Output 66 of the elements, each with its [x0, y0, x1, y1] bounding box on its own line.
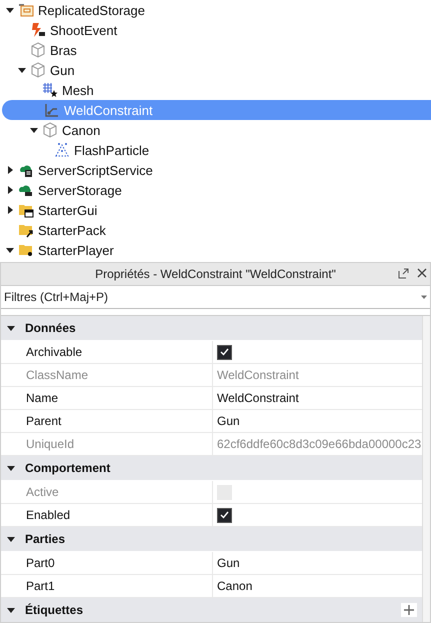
mesh-grid-icon [42, 82, 58, 98]
property-name: ClassName [25, 368, 90, 382]
category-name: Étiquettes [25, 603, 84, 617]
category-header[interactable]: Comportement [1, 456, 422, 481]
category-name: Données [25, 321, 76, 335]
tree-item[interactable]: Bras [0, 40, 431, 60]
category-name: Parties [25, 532, 66, 546]
tree-item[interactable]: Mesh [0, 80, 431, 100]
lightning-icon [30, 22, 46, 38]
tree-item[interactable]: StarterPack [0, 220, 431, 240]
checkmark-icon [220, 511, 229, 519]
tree-item[interactable]: Canon [0, 120, 431, 140]
property-name: Part0 [25, 556, 56, 570]
collapse-arrow-icon[interactable] [6, 246, 14, 254]
add-button[interactable] [401, 603, 417, 617]
expand-arrow-icon[interactable] [6, 206, 14, 214]
panel-title: Propriétés - WeldConstraint "WeldConstraint" [95, 267, 336, 281]
expand-arrow-icon[interactable] [6, 186, 14, 194]
collapse-arrow-icon[interactable] [7, 324, 15, 332]
collapse-arrow-icon[interactable] [30, 126, 38, 134]
category-header[interactable]: Parties [1, 527, 422, 552]
sparkles-icon [54, 142, 70, 158]
folder-player-icon [18, 242, 34, 258]
expand-arrow-icon[interactable] [6, 166, 14, 174]
property-name: Active [25, 485, 60, 499]
cube-icon [30, 62, 46, 78]
property-value[interactable]: WeldConstraint [217, 391, 299, 405]
filter-field[interactable]: Filtres (Ctrl+Maj+P) [4, 290, 421, 304]
tree-item[interactable]: Gun [0, 60, 431, 80]
property-value[interactable]: Canon [217, 579, 252, 593]
cube-icon [42, 122, 58, 138]
collapse-arrow-icon[interactable] [18, 66, 26, 74]
collapse-arrow-icon[interactable] [7, 535, 15, 543]
collapse-arrow-icon[interactable] [6, 6, 14, 14]
collapse-arrow-icon[interactable] [7, 606, 15, 614]
property-name: Name [25, 391, 60, 405]
storage-folder-icon [18, 2, 34, 18]
collapse-arrow-icon[interactable] [7, 464, 15, 472]
folder-tool-icon [18, 222, 34, 238]
dropdown-caret-icon[interactable] [421, 294, 427, 300]
tree-item[interactable]: ServerStorage [0, 180, 431, 200]
cube-icon [30, 42, 46, 58]
scrollbar[interactable] [422, 316, 430, 622]
property-name: Archivable [25, 345, 84, 359]
category-header[interactable]: Étiquettes [1, 598, 422, 622]
category-name: Comportement [25, 461, 110, 475]
property-name: UniqueId [25, 437, 76, 451]
property-value[interactable]: Gun [217, 556, 240, 570]
tree-item[interactable]: StarterGui [0, 200, 431, 220]
tree-item[interactable]: ServerScriptService [0, 160, 431, 180]
property-name: Parent [25, 414, 62, 428]
tree-item[interactable]: ShootEvent [0, 20, 431, 40]
property-name: Part1 [25, 579, 56, 593]
checkmark-icon [220, 348, 229, 356]
checkbox[interactable] [217, 508, 232, 522]
checkbox[interactable] [217, 344, 232, 360]
weld-constraint-icon [44, 102, 60, 118]
close-icon[interactable] [416, 267, 428, 279]
property-value[interactable]: Gun [217, 414, 240, 428]
tree-item[interactable]: FlashParticle [0, 140, 431, 160]
undock-icon[interactable] [398, 267, 410, 279]
tree-item[interactable]: ReplicatedStorage [0, 0, 431, 20]
property-name: Enabled [25, 508, 72, 522]
folder-window-icon [18, 202, 34, 218]
category-header[interactable]: Données [1, 316, 422, 341]
tree-item[interactable]: StarterPlayer [0, 240, 431, 260]
